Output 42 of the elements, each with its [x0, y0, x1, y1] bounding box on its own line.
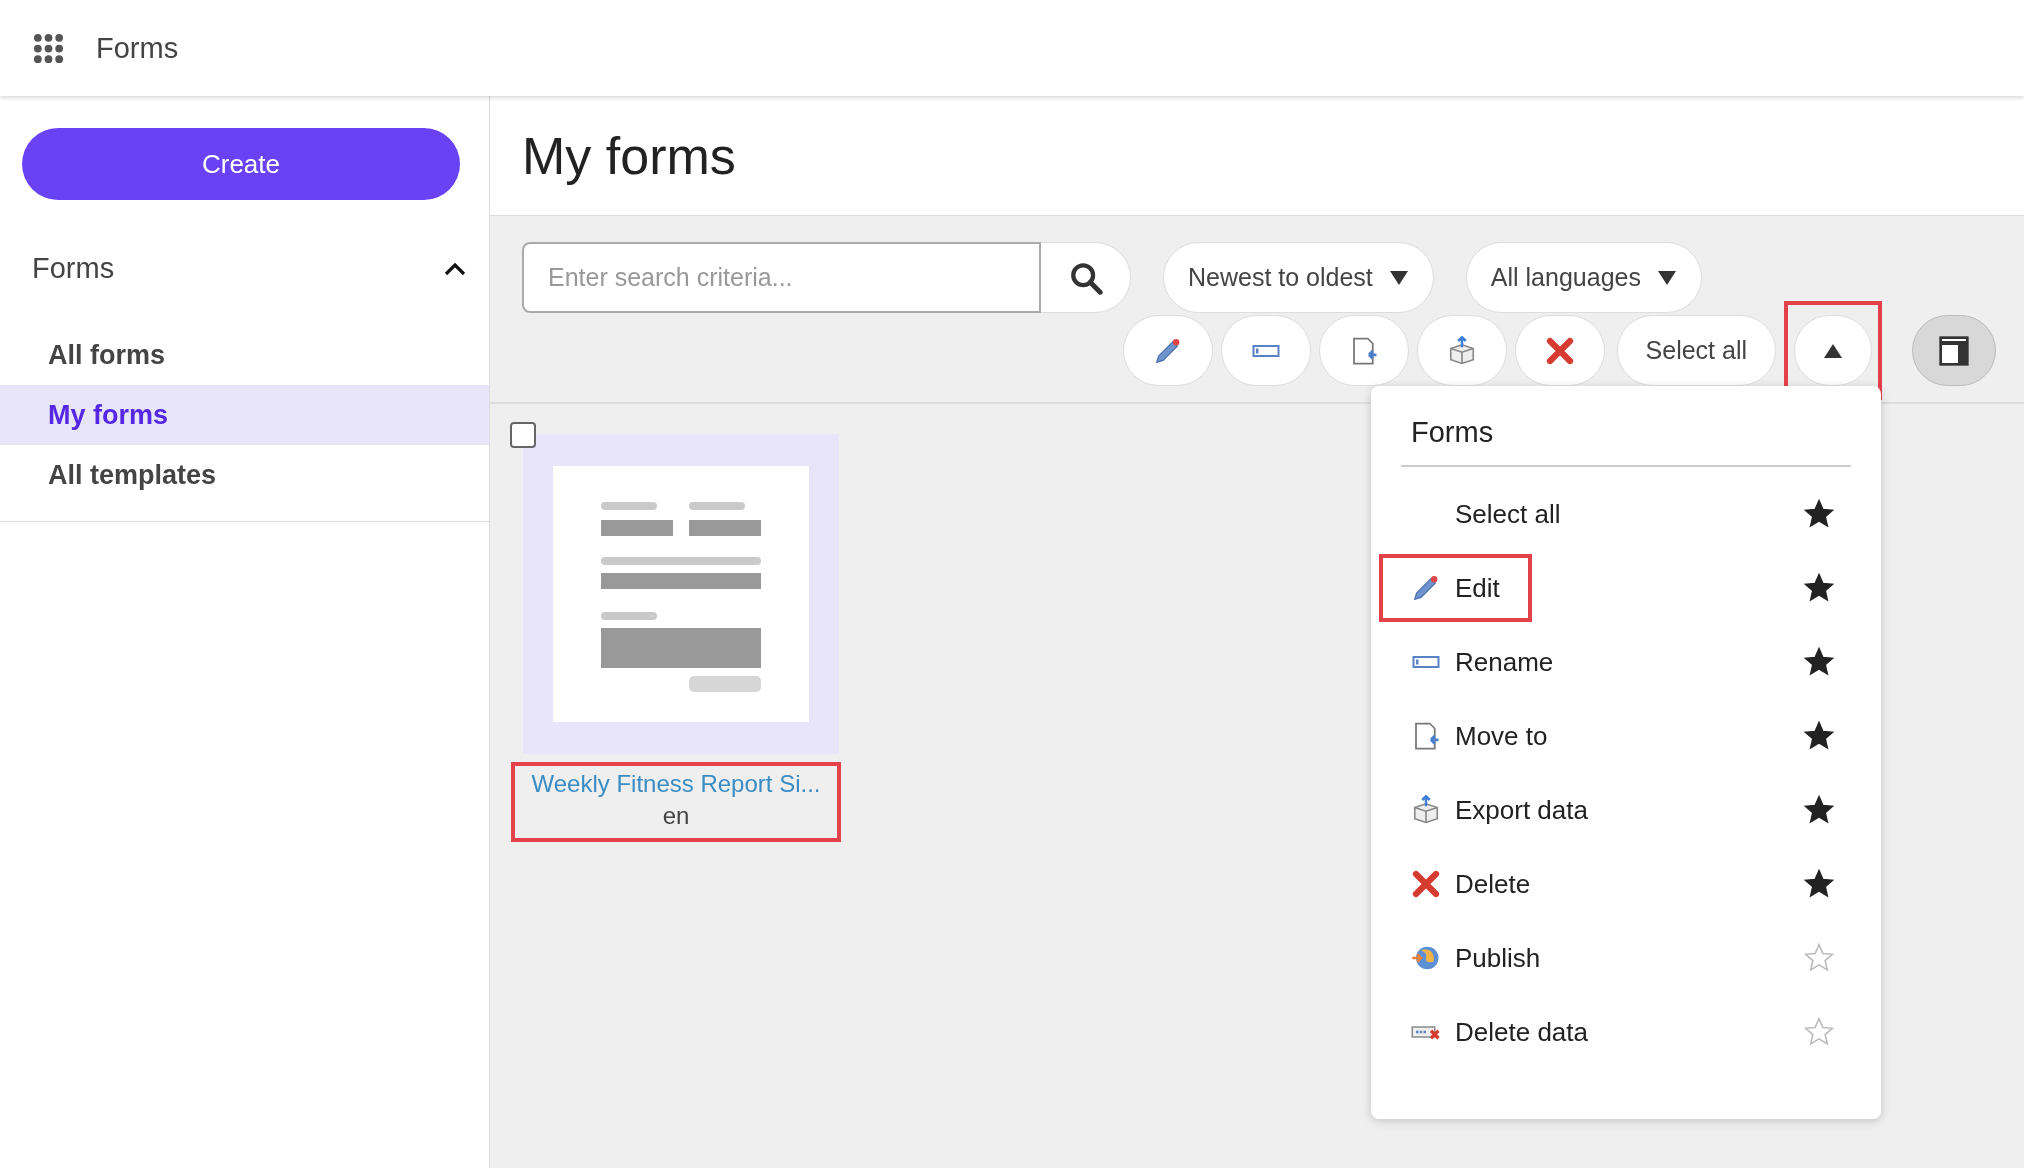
- search-button[interactable]: [1041, 242, 1131, 313]
- box-arrow-icon: [1411, 795, 1441, 825]
- form-thumbnail[interactable]: [523, 434, 839, 754]
- sort-dropdown[interactable]: Newest to oldest: [1163, 242, 1434, 313]
- search-field[interactable]: Enter search criteria...: [522, 242, 1041, 313]
- create-button[interactable]: Create: [22, 128, 460, 200]
- section-title: Forms: [32, 252, 115, 285]
- app-grid-icon[interactable]: [33, 32, 64, 64]
- up-triangle-icon: [1823, 342, 1843, 359]
- menu-item[interactable]: Edit: [1379, 554, 1532, 622]
- dropdown-arrow-icon: [1656, 269, 1677, 286]
- menu-item[interactable]: Delete: [1379, 850, 1563, 918]
- cross-icon: [1544, 335, 1575, 366]
- page-title: My forms: [522, 125, 736, 186]
- menu-item[interactable]: Rename: [1379, 628, 1586, 696]
- sidebar-item[interactable]: My forms: [0, 385, 489, 445]
- star-icon[interactable]: [1803, 646, 1835, 678]
- search-icon: [1068, 260, 1103, 295]
- menu-item[interactable]: Select all: [1379, 480, 1593, 548]
- panel-layout-icon: [1938, 334, 1970, 367]
- language-dropdown[interactable]: All languages: [1465, 242, 1702, 313]
- sidebar-item[interactable]: All forms: [0, 325, 489, 385]
- checkbox[interactable]: [510, 422, 536, 448]
- menu-item[interactable]: Move to: [1379, 702, 1580, 770]
- star-icon[interactable]: [1803, 1016, 1835, 1048]
- app-title: Forms: [96, 31, 179, 65]
- star-icon[interactable]: [1803, 572, 1835, 604]
- select-all-button[interactable]: Select all: [1616, 315, 1776, 386]
- cross-icon: [1411, 869, 1441, 899]
- star-icon[interactable]: [1803, 942, 1835, 974]
- menu-item[interactable]: Delete data: [1379, 998, 1620, 1066]
- dropdown-arrow-icon: [1388, 269, 1409, 286]
- star-icon[interactable]: [1803, 498, 1835, 530]
- star-icon[interactable]: [1803, 720, 1835, 752]
- sidebar-item[interactable]: All templates: [0, 445, 489, 505]
- menu-title: Forms: [1401, 416, 1851, 467]
- chevron-icon[interactable]: [443, 260, 467, 277]
- form-language: en: [662, 802, 690, 830]
- menu-item[interactable]: Publish: [1379, 924, 1573, 992]
- star-icon[interactable]: [1803, 868, 1835, 900]
- menu-item[interactable]: Export data: [1379, 776, 1620, 844]
- star-icon[interactable]: [1803, 794, 1835, 826]
